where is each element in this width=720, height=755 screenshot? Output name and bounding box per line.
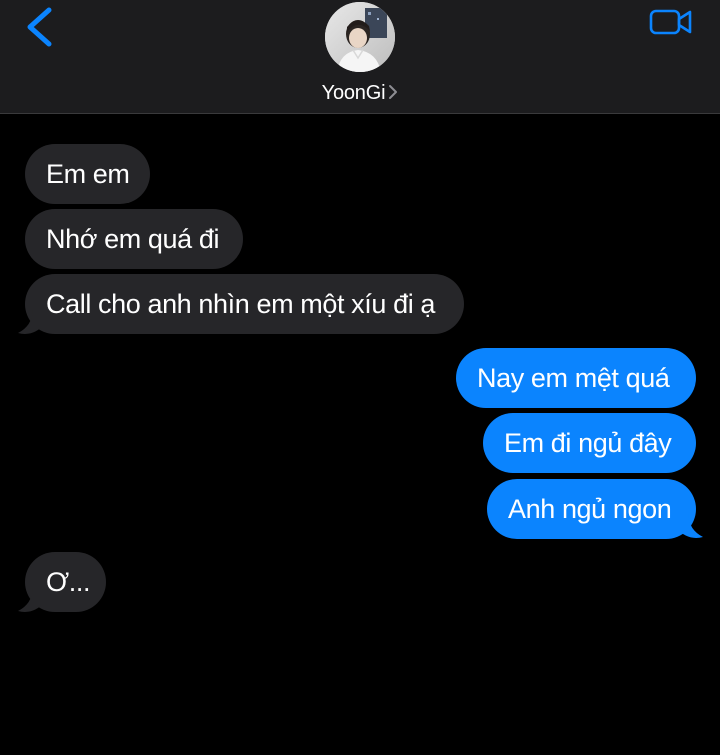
video-call-button[interactable] xyxy=(648,6,696,38)
contact-name-button[interactable]: YoonGi xyxy=(0,81,720,105)
bubble-tail xyxy=(18,310,45,334)
outgoing-message[interactable]: Anh ngủ ngon xyxy=(487,479,696,539)
avatar-image xyxy=(325,2,395,72)
chevron-right-icon xyxy=(389,85,398,100)
incoming-message[interactable]: Nhớ em quá đi xyxy=(25,209,243,269)
bubble-tail xyxy=(676,514,703,538)
outgoing-message[interactable]: Em đi ngủ đây xyxy=(483,413,696,473)
contact-name: YoonGi xyxy=(321,82,386,104)
chevron-left-icon xyxy=(27,7,52,47)
incoming-message[interactable]: Call cho anh nhìn em một xíu đi ạ xyxy=(25,274,464,334)
conversation-header: YoonGi xyxy=(0,0,720,114)
back-button[interactable] xyxy=(22,6,62,50)
incoming-message[interactable]: Em em xyxy=(25,144,150,204)
contact-avatar[interactable] xyxy=(325,2,395,72)
outgoing-message[interactable]: Nay em mệt quá xyxy=(456,348,696,408)
video-camera-icon xyxy=(649,9,692,35)
message-screen: YoonGi Em em Nhớ em quá đi Call cho anh … xyxy=(0,0,720,755)
bubble-tail xyxy=(18,588,45,612)
